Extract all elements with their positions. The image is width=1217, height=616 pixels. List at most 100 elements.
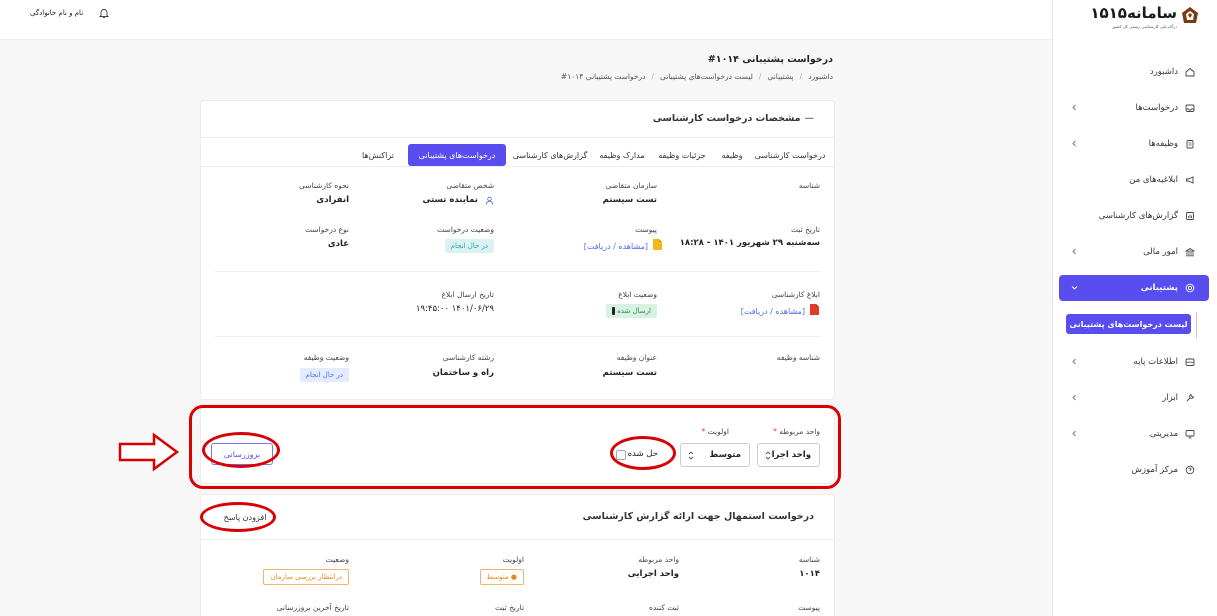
chevron-left-icon	[1072, 358, 1076, 365]
chevron-left-icon	[1072, 104, 1076, 111]
support-request-card: درخواست استمهال جهت ارائه گزارش کارشناسی…	[200, 494, 835, 616]
tab-task-details[interactable]: جزئیات وظیفه	[654, 144, 710, 166]
request-id-value: ۱۰۱۴	[799, 569, 820, 579]
page-title: درخواست پشتیبانی ۱۰۱۴#	[707, 54, 833, 65]
monitor-icon	[1185, 430, 1195, 439]
file-icon[interactable]	[652, 238, 663, 251]
notice-link[interactable]: [مشاهده / دریافت]	[741, 307, 805, 316]
annotation-highlight-box	[189, 405, 841, 489]
details-card-title: —مشخصات درخواست کارشناسی	[652, 113, 814, 124]
divider	[201, 539, 834, 540]
request-priority-label: اولویت	[502, 555, 524, 564]
sidebar-item-training[interactable]: مرکز آموزش	[1059, 457, 1209, 483]
request-reg-date-label: تاریخ ثبت	[494, 603, 524, 612]
notice-date-label: تاریخ ارسال ابلاغ	[441, 290, 494, 299]
request-type-label: نوع درخواست	[304, 225, 349, 234]
bell-icon[interactable]	[98, 7, 110, 19]
annotation-arrow-icon	[118, 432, 180, 472]
sidebar-item-tasks[interactable]: وظیفه‌ها	[1059, 131, 1209, 157]
tab-task-documents[interactable]: مدارک وظیفه	[594, 144, 650, 166]
request-status-label: وضعیت	[325, 555, 349, 564]
home-icon	[1185, 67, 1195, 77]
sidebar-item-label: مدیریتی	[1149, 429, 1178, 439]
report-icon	[1186, 212, 1194, 220]
brand-logo[interactable]: سامانه۱۵۱۵ درگاه ملی کارشناسی رسمی کل کش…	[1089, 4, 1199, 34]
tab-transactions[interactable]: تراکنش‌ها	[352, 144, 404, 166]
sidebar-item-label: پشتیبانی	[1140, 283, 1178, 293]
request-id-label: شناسه	[798, 555, 820, 564]
sidebar-subitem-support-list[interactable]: لیست درخواست‌های پشتیبانی	[1066, 314, 1191, 334]
sidebar-item-label: ابزار	[1162, 393, 1178, 403]
field-value: راه و ساختمان	[432, 368, 494, 378]
field-label: رشته کارشناسی	[442, 353, 494, 362]
reg-date-label: تاریخ ثبت	[790, 225, 820, 234]
breadcrumb-item[interactable]: پشتیبانی	[767, 72, 793, 81]
sidebar-item-dashboard[interactable]: داشبورد	[1059, 59, 1209, 85]
megaphone-icon	[1186, 176, 1194, 184]
chevron-left-icon	[1072, 140, 1076, 147]
user-icon	[485, 196, 494, 205]
help-icon	[1185, 465, 1195, 475]
breadcrumb-item[interactable]: لیست درخواست‌های پشتیبانی	[660, 72, 753, 81]
request-status-badge: درانتظار بررسی سازمان	[263, 569, 349, 585]
brand-emblem-icon	[1182, 7, 1198, 23]
attachment-link[interactable]: [مشاهده / دریافت]	[584, 242, 648, 251]
request-priority-badge: ● متوسط	[479, 569, 524, 585]
sidebar-item-support[interactable]: پشتیبانی	[1059, 275, 1209, 301]
applicant-value: نماینده تستی	[422, 195, 478, 205]
request-creator-label: ثبت کننده	[648, 603, 679, 612]
sidebar-item-management[interactable]: مدیریتی	[1059, 421, 1209, 447]
task-status-label: وضعیت وظیفه	[303, 353, 349, 362]
sidebar-item-finance[interactable]: امور مالی	[1059, 239, 1209, 265]
notice-date-value: ۱۴۰۱/۰۶/۲۹ ۱۹:۴۵:۰۰	[415, 304, 494, 314]
chevron-left-icon	[1072, 394, 1076, 401]
database-icon	[1185, 358, 1195, 366]
org-label: سازمان متقاضی	[605, 181, 657, 190]
divider	[215, 271, 820, 272]
sidebar-item-label: امور مالی	[1143, 247, 1178, 257]
annotation-circle-add-reply	[200, 502, 276, 532]
breadcrumb-item-current: درخواست پشتیبانی ۱۰۱۴#	[560, 72, 646, 81]
user-name[interactable]: نام و نام خانوادگی	[30, 9, 83, 17]
task-title-label: عنوان وظیفه	[616, 353, 657, 362]
sidebar-item-label: گزارش‌های کارشناسی	[1098, 211, 1178, 221]
notice-status-label: وضعیت ابلاغ	[618, 290, 657, 299]
sidebar-item-tools[interactable]: ابزار	[1059, 385, 1209, 411]
sidebar-item-label: ابلاغیه‌های من	[1129, 175, 1178, 185]
sidebar-item-label: درخواست‌ها	[1135, 103, 1178, 113]
chevron-left-icon	[1072, 430, 1076, 437]
notice-label: ابلاغ کارشناسی	[771, 290, 820, 299]
sidebar: سامانه۱۵۱۵ درگاه ملی کارشناسی رسمی کل کش…	[1052, 0, 1217, 616]
sidebar-item-notices[interactable]: ابلاغیه‌های من	[1059, 167, 1209, 193]
request-unit-label: واحد مربوطه	[638, 555, 679, 564]
notice-status-badge: ارسال شده	[605, 304, 657, 318]
tab-task[interactable]: وظیفه	[714, 144, 750, 166]
clipboard-icon	[1186, 140, 1194, 149]
sidebar-item-label: داشبورد	[1149, 67, 1178, 77]
tab-expert-reports[interactable]: گزارش‌های کارشناسی	[510, 144, 590, 166]
request-last-update-label: تاریخ آخرین بروزرسانی	[276, 603, 349, 612]
request-status-label: وضعیت درخواست	[437, 225, 494, 234]
sidebar-item-requests[interactable]: درخواست‌ها	[1059, 95, 1209, 121]
support-icon	[1185, 283, 1195, 293]
request-unit-value: واحد اجرایی	[627, 569, 679, 579]
details-card: —مشخصات درخواست کارشناسی درخواست کارشناس…	[200, 100, 835, 400]
breadcrumb-item[interactable]: داشبورد	[808, 72, 833, 81]
task-title-value: تست سیستم	[602, 368, 657, 378]
task-id-label: شناسه وظیفه	[776, 353, 820, 362]
bank-icon	[1185, 248, 1195, 257]
sidebar-item-label: اطلاعات پایه	[1133, 357, 1178, 367]
brand-title: سامانه۱۵۱۵	[1090, 4, 1177, 22]
applicant-label: شخص متقاضی	[446, 181, 494, 190]
breadcrumb: داشبورد/پشتیبانی/لیست درخواست‌های پشتیبا…	[560, 72, 833, 81]
sidebar-item-reports[interactable]: گزارش‌های کارشناسی	[1059, 203, 1209, 229]
reg-date-value: سه‌شنبه ۲۹ شهریور ۱۴۰۱ - ۱۸:۲۸	[679, 238, 820, 248]
tab-expert-request[interactable]: درخواست کارشناسی	[754, 144, 826, 166]
sidebar-item-basic-info[interactable]: اطلاعات پایه	[1059, 349, 1209, 375]
tab-bar: درخواست کارشناسی وظیفه جزئیات وظیفه مدار…	[201, 137, 834, 167]
annotation-circle-update	[202, 432, 280, 468]
request-card-title: درخواست استمهال جهت ارائه گزارش کارشناسی	[582, 511, 814, 522]
submenu-line	[1196, 312, 1197, 338]
pdf-file-icon[interactable]	[809, 303, 820, 316]
tab-support-requests[interactable]: درخواست‌های پشتیبانی	[408, 144, 506, 166]
